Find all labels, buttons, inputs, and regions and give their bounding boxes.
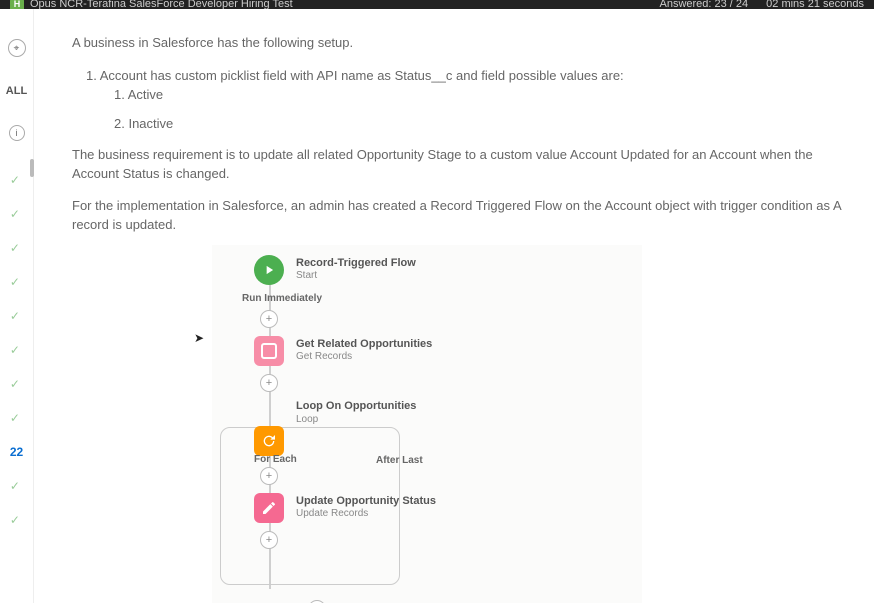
run-immediately-label: Run Immediately — [242, 293, 642, 304]
top-bar: H Opus NCR-Terafina SalesForce Developer… — [0, 0, 874, 9]
update-records-icon — [254, 493, 284, 523]
add-element-icon[interactable]: + — [260, 374, 278, 392]
nav-check-icon[interactable]: ✓ — [10, 173, 23, 187]
flow-diagram: Record-Triggered Flow Start Run Immediat… — [212, 245, 642, 603]
nav-check-icon[interactable]: ✓ — [10, 343, 23, 357]
list-item: 1. Account has custom picklist field wit… — [86, 68, 858, 83]
nav-current-question[interactable]: 22 — [10, 445, 23, 459]
sidebar-all[interactable]: ALL — [6, 85, 27, 97]
nav-check-icon[interactable]: ✓ — [10, 207, 23, 221]
node-title: Loop On Opportunities — [296, 400, 416, 414]
list-item: 2. Inactive — [114, 116, 858, 131]
info-icon[interactable]: i — [9, 125, 25, 141]
nav-check-icon[interactable]: ✓ — [10, 513, 23, 527]
timer: 02 mins 21 seconds — [766, 0, 864, 9]
implementation-text: For the implementation in Salesforce, an… — [72, 196, 858, 235]
add-element-icon[interactable]: + — [260, 467, 278, 485]
flow-node-update-records[interactable]: Update Opportunity Status Update Records — [254, 493, 454, 523]
question-content: A business in Salesforce has the followi… — [34, 9, 874, 603]
play-icon — [254, 255, 284, 285]
nav-check-icon[interactable]: ✓ — [10, 241, 23, 255]
requirement-text: The business requirement is to update al… — [72, 145, 858, 184]
node-subtitle: Update Records — [296, 508, 436, 521]
answered-counter: Answered: 23 / 24 — [659, 0, 748, 9]
add-element-icon[interactable]: + — [260, 310, 278, 328]
node-title: Get Related Opportunities — [296, 338, 432, 352]
test-title: Opus NCR-Terafina SalesForce Developer H… — [30, 0, 293, 9]
get-records-icon — [254, 336, 284, 366]
node-subtitle: Loop — [296, 414, 416, 427]
node-subtitle: Get Records — [296, 351, 432, 364]
target-icon[interactable]: ⌖ — [8, 39, 26, 57]
nav-check-icon[interactable]: ✓ — [10, 377, 23, 391]
node-title: Update Opportunity Status — [296, 495, 436, 509]
sidebar: ⌖ ALL i ✓ ✓ ✓ ✓ ✓ ✓ ✓ ✓ 22 ✓ ✓ — [0, 9, 34, 603]
question-intro: A business in Salesforce has the followi… — [72, 33, 858, 54]
nav-check-icon[interactable]: ✓ — [10, 275, 23, 289]
flow-node-loop[interactable]: Loop On Opportunities Loop — [212, 400, 642, 426]
list-item: 1. Active — [114, 87, 858, 102]
flow-node-start[interactable]: Record-Triggered Flow Start — [212, 255, 642, 285]
nav-check-icon[interactable]: ✓ — [10, 411, 23, 425]
api-name: Status__c — [395, 68, 453, 83]
node-subtitle: Start — [296, 270, 416, 283]
question-nav-list: ✓ ✓ ✓ ✓ ✓ ✓ ✓ ✓ 22 ✓ ✓ — [10, 173, 23, 527]
flow-node-get-records[interactable]: Get Related Opportunities Get Records — [212, 336, 642, 366]
logo-icon: H — [10, 0, 24, 9]
node-title: Record-Triggered Flow — [296, 257, 416, 271]
cursor-icon: ➤ — [194, 331, 204, 345]
nav-check-icon[interactable]: ✓ — [10, 309, 23, 323]
nav-check-icon[interactable]: ✓ — [10, 479, 23, 493]
add-element-icon[interactable]: + — [260, 531, 278, 549]
